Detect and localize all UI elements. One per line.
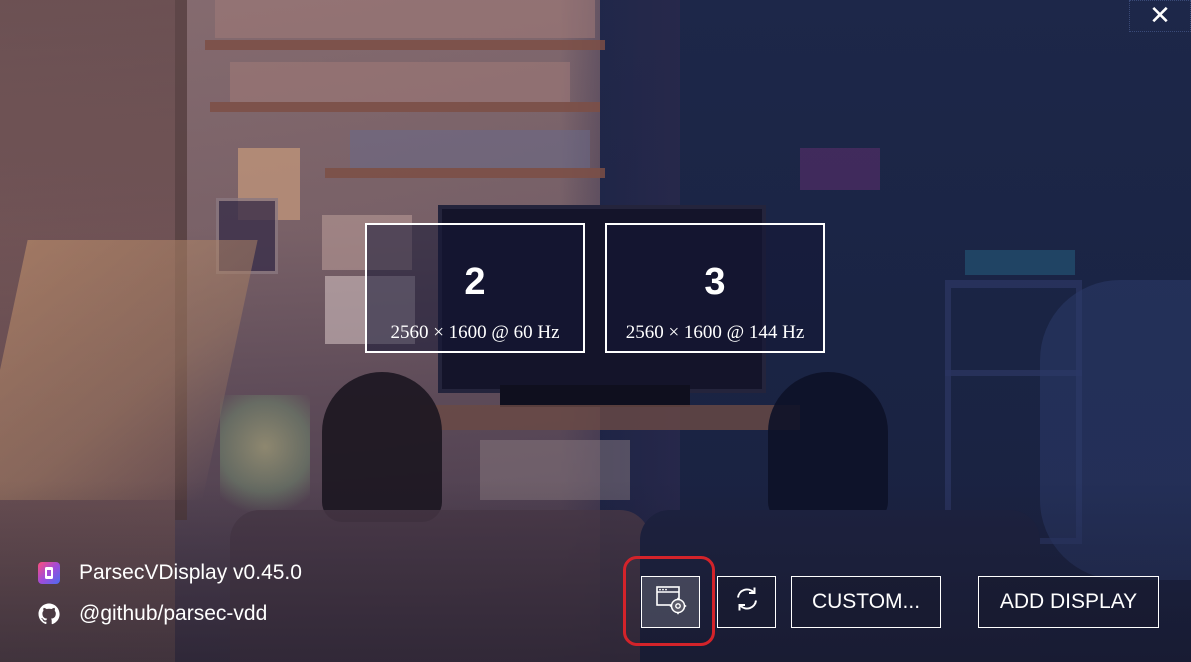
background-poster [800,148,880,190]
display-settings-button[interactable] [641,576,700,628]
parsec-logo-icon [36,560,62,586]
close-icon: ✕ [1149,1,1171,31]
display-resolution: 2560 × 1600 @ 60 Hz [390,322,560,343]
app-info: ParsecVDisplay v0.45.0 [36,560,302,586]
background-books [230,62,570,102]
background-boxes [965,250,1075,275]
background-desk [420,405,800,430]
refresh-icon [732,584,762,620]
background-bookcase-shelf [945,370,1082,376]
github-icon [36,601,62,627]
background-person [768,372,888,522]
background-shelf [210,102,600,112]
app-version: ParsecVDisplay v0.45.0 [79,561,302,584]
display-number: 3 [704,261,726,303]
background-sofa [230,510,650,662]
close-button[interactable]: ✕ [1129,0,1191,32]
background-chair [1040,280,1191,580]
display-resolution: 2560 × 1600 @ 144 Hz [625,322,805,343]
github-link[interactable]: @github/parsec-vdd [79,602,267,626]
custom-button[interactable]: CUSTOM... [791,576,941,628]
background-drawers [480,440,630,500]
display-number: 2 [464,261,486,303]
background-books [215,0,595,38]
background-books [350,130,590,168]
background-shelf [325,168,605,178]
window-settings-icon [654,583,688,621]
display-card-2[interactable]: 2 2560 × 1600 @ 60 Hz [365,223,585,353]
background-shelf [205,40,605,50]
background-curtain-edge [175,0,187,520]
background-lamp [0,240,258,500]
background-bookcase [945,280,1082,544]
background-monitor-stand [500,385,690,407]
background-plant [220,395,310,525]
background-person [322,372,442,522]
background-picture-frame [238,148,300,220]
github-info[interactable]: @github/parsec-vdd [36,601,267,627]
add-display-button[interactable]: ADD DISPLAY [978,576,1159,628]
display-card-3[interactable]: 3 2560 × 1600 @ 144 Hz [605,223,825,353]
refresh-button[interactable] [717,576,776,628]
background-picture-frame [216,198,278,274]
app-window: ✕ 2 2560 × 1600 @ 60 Hz 3 2560 × 1600 @ … [0,0,1191,662]
